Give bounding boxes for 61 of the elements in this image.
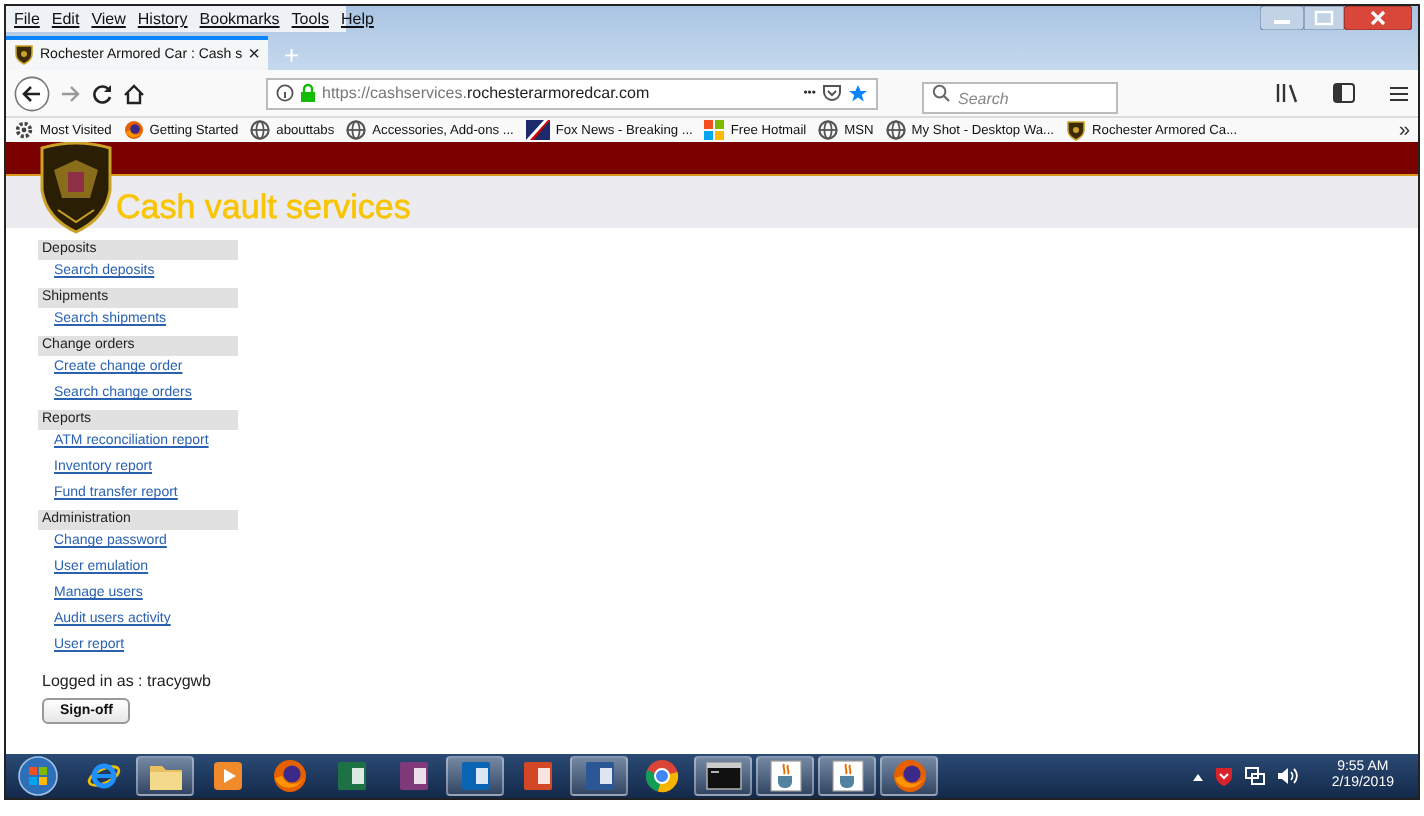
folder-icon[interactable] [147, 760, 183, 792]
firefox-icon [123, 120, 144, 140]
menu-icon[interactable] [1388, 83, 1410, 103]
lock-icon [300, 84, 316, 102]
globe-icon [250, 120, 271, 140]
star-icon[interactable] [848, 83, 868, 103]
taskbar-button[interactable] [136, 756, 194, 796]
close-tab-button[interactable]: × [248, 44, 260, 66]
coffee-cup-icon[interactable] [831, 760, 863, 792]
taskbar-button[interactable] [694, 756, 752, 796]
close-icon[interactable] [1344, 6, 1412, 30]
globe-icon [818, 120, 839, 140]
bookmarks-overflow-button[interactable]: » [1398, 119, 1410, 141]
menu-item[interactable]: View [91, 10, 126, 28]
shield-icon [1066, 119, 1087, 141]
menu-item[interactable]: Help [340, 10, 374, 28]
caret-icon[interactable] [1191, 771, 1204, 781]
spreadsheet-icon[interactable] [335, 760, 367, 792]
network-icon[interactable] [1243, 766, 1266, 786]
browser-e-icon[interactable] [85, 758, 121, 794]
menu-item[interactable]: Bookmarks [199, 10, 280, 28]
coffee-cup-icon[interactable] [769, 760, 801, 792]
pocket-icon[interactable] [822, 84, 842, 102]
badge-logo [38, 142, 114, 234]
logged-in-text: Logged in as : tracygwb [40, 672, 213, 690]
firefox-icon[interactable] [271, 758, 307, 794]
site-title: Cash vault services [116, 188, 411, 228]
library-icon[interactable] [1276, 82, 1300, 104]
sidebar-icon[interactable] [1332, 82, 1356, 104]
info-icon [276, 84, 294, 102]
globe-icon [885, 120, 906, 140]
back-icon[interactable] [14, 75, 50, 111]
taskbar-button[interactable] [818, 756, 876, 796]
search-field[interactable]: Search [922, 82, 1118, 114]
gear-icon [14, 120, 34, 140]
mail-icon[interactable] [459, 760, 491, 792]
windows-tiles-icon [704, 120, 725, 140]
chrome-icon[interactable] [643, 758, 679, 794]
document-icon[interactable] [583, 760, 615, 792]
minimize-icon[interactable] [1260, 6, 1304, 30]
start-orb-icon[interactable] [18, 756, 58, 796]
menu-item[interactable]: History [137, 10, 188, 28]
forward-icon[interactable] [58, 81, 82, 105]
reload-icon[interactable] [90, 81, 114, 105]
home-icon[interactable] [122, 81, 146, 105]
globe-icon [346, 120, 367, 140]
menu-item[interactable]: File [14, 10, 40, 28]
console-icon[interactable] [705, 762, 741, 790]
firefox-icon[interactable] [891, 758, 927, 794]
notebook-icon[interactable] [397, 760, 429, 792]
shield-icon[interactable] [1213, 765, 1234, 787]
media-player-icon[interactable] [211, 760, 243, 792]
search-icon [932, 84, 950, 102]
menu-item[interactable]: Edit [51, 10, 80, 28]
menu-item[interactable]: Tools [291, 10, 329, 28]
taskbar-button[interactable] [756, 756, 814, 796]
taskbar-button[interactable] [570, 756, 628, 796]
volume-icon[interactable] [1275, 766, 1298, 786]
taskbar-button[interactable] [446, 756, 504, 796]
shield-icon [14, 44, 34, 66]
slides-icon[interactable] [521, 760, 553, 792]
